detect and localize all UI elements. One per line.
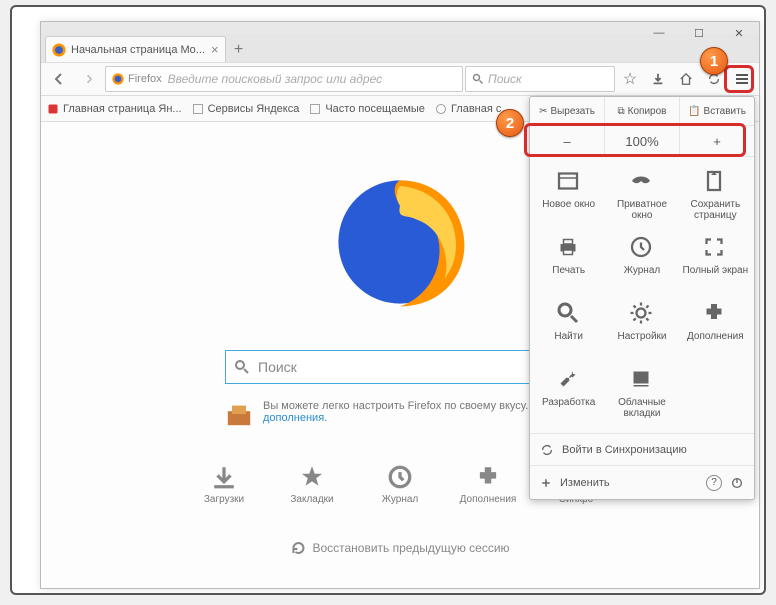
menu-zoom-row: – 100% + — [530, 126, 754, 157]
bookmark-item[interactable]: Сервисы Яндекса — [192, 103, 300, 115]
close-window-button[interactable]: ✕ — [719, 22, 759, 44]
zoom-in-button[interactable]: + — [680, 126, 754, 156]
maximize-button[interactable]: ☐ — [679, 22, 719, 44]
downloads-icon[interactable] — [645, 66, 671, 92]
home-icon[interactable] — [673, 66, 699, 92]
restore-session[interactable]: Восстановить предыдущую сессию — [290, 540, 509, 556]
copy-icon: ⧉ — [618, 106, 625, 117]
main-search-box[interactable]: Поиск — [225, 350, 575, 384]
restore-icon — [290, 540, 306, 556]
addons-link[interactable]: дополнения — [263, 412, 324, 424]
zoom-level: 100% — [605, 126, 680, 156]
tab-close-button[interactable]: × — [211, 42, 219, 57]
nav-toolbar: Firefox Введите поисковый запрос или адр… — [41, 62, 759, 96]
shortcut-downloads[interactable]: Загрузки — [194, 464, 254, 505]
back-button[interactable] — [45, 65, 73, 93]
callout-1: 1 — [700, 47, 728, 75]
hamburger-menu-panel: ✂Вырезать ⧉Копиров 📋Вставить – 100% + Но… — [529, 96, 755, 500]
cut-icon: ✂ — [539, 106, 547, 117]
search-icon — [234, 359, 250, 375]
menu-copy[interactable]: ⧉Копиров — [605, 97, 680, 125]
tab-title: Начальная страница Mo... — [71, 44, 205, 56]
power-icon[interactable] — [730, 476, 744, 490]
callout-2: 2 — [496, 109, 524, 137]
menu-private-window[interactable]: Приватное окно — [605, 163, 678, 229]
toolbox-icon — [225, 400, 253, 428]
menu-save-page[interactable]: Сохранить страницу — [679, 163, 752, 229]
shortcut-history[interactable]: Журнал — [370, 464, 430, 505]
forward-button[interactable] — [75, 65, 103, 93]
zoom-out-button[interactable]: – — [530, 126, 605, 156]
url-placeholder: Введите поисковый запрос или адрес — [168, 72, 382, 86]
menu-sign-in-sync[interactable]: Войти в Синхронизацию — [530, 433, 754, 465]
menu-fullscreen[interactable]: Полный экран — [679, 229, 752, 295]
new-tab-button[interactable]: + — [226, 38, 252, 62]
menu-grid: Новое окно Приватное окно Сохранить стра… — [530, 157, 754, 433]
self-repair-icon[interactable]: ☆ — [617, 66, 643, 92]
menu-empty — [679, 361, 752, 427]
search-bar[interactable]: Поиск — [465, 66, 615, 92]
shortcut-addons[interactable]: Дополнения — [458, 464, 518, 505]
menu-clipboard-row: ✂Вырезать ⧉Копиров 📋Вставить — [530, 97, 754, 126]
hamburger-menu-button[interactable] — [729, 66, 755, 92]
addon-tip: Вы можете легко настроить Firefox по сво… — [225, 400, 575, 428]
menu-customize[interactable]: Изменить — [560, 477, 610, 489]
titlebar: — ☐ ✕ — [41, 22, 759, 34]
menu-new-window[interactable]: Новое окно — [532, 163, 605, 229]
tab-active[interactable]: Начальная страница Mo... × — [45, 36, 226, 62]
help-icon[interactable]: ? — [706, 475, 722, 491]
menu-cut[interactable]: ✂Вырезать — [530, 97, 605, 125]
menu-history[interactable]: Журнал — [605, 229, 678, 295]
menu-settings[interactable]: Настройки — [605, 295, 678, 361]
paste-icon: 📋 — [688, 106, 700, 117]
minimize-button[interactable]: — — [639, 22, 679, 44]
shortcut-bookmarks[interactable]: Закладки — [282, 464, 342, 505]
menu-print[interactable]: Печать — [532, 229, 605, 295]
menu-paste[interactable]: 📋Вставить — [680, 97, 754, 125]
url-bar[interactable]: Firefox Введите поисковый запрос или адр… — [105, 66, 463, 92]
menu-developer[interactable]: Разработка — [532, 361, 605, 427]
sync-icon — [540, 443, 554, 457]
firefox-logo — [330, 172, 470, 312]
menu-footer: Изменить ? — [530, 465, 754, 499]
plus-icon — [540, 477, 552, 489]
search-icon — [472, 73, 484, 85]
menu-synced-tabs[interactable]: Облачные вкладки — [605, 361, 678, 427]
firefox-icon — [52, 43, 66, 57]
identity-box[interactable]: Firefox — [112, 73, 162, 85]
browser-window: — ☐ ✕ Начальная страница Mo... × + Firef… — [40, 21, 760, 589]
menu-addons[interactable]: Дополнения — [679, 295, 752, 361]
menu-find[interactable]: Найти — [532, 295, 605, 361]
bookmark-item[interactable]: Главная страница Ян... — [47, 103, 182, 115]
bookmark-item[interactable]: Часто посещаемые — [309, 103, 425, 115]
